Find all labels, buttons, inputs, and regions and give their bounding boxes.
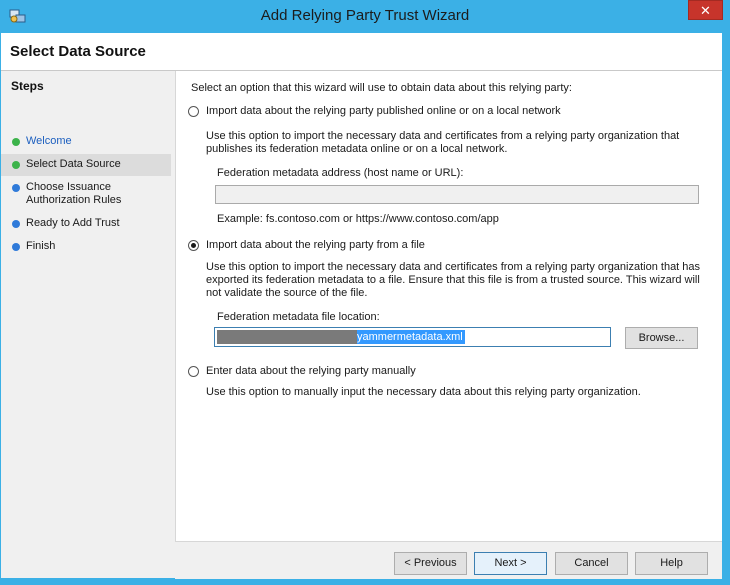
option-file-desc-line3: not validate the source of the file. [206, 287, 368, 299]
intro-text: Select an option that this wizard will u… [191, 82, 572, 94]
title-bar: Add Relying Party Trust Wizard ✕ [0, 0, 730, 33]
option-manual-desc: Use this option to manually input the ne… [206, 386, 641, 398]
option-manual-label[interactable]: Enter data about the relying party manua… [206, 364, 416, 378]
browse-button[interactable]: Browse... [625, 327, 698, 349]
radio-enter-manually[interactable] [188, 366, 199, 377]
option-online-label[interactable]: Import data about the relying party publ… [206, 104, 561, 118]
option-file-desc-line2: exported its federation metadata to a fi… [206, 274, 700, 286]
next-button[interactable]: Next > [474, 552, 547, 575]
window-title: Add Relying Party Trust Wizard [260, 7, 470, 24]
step-select-data-source: Select Data Source [1, 154, 171, 176]
step-choose-issuance: Choose Issuance Authorization Rules [1, 181, 171, 207]
steps-panel: Steps Welcome Select Data Source Choose … [1, 71, 175, 578]
step-ready-to-add: Ready to Add Trust [1, 217, 171, 230]
metadata-address-label: Federation metadata address (host name o… [217, 167, 464, 179]
step-pending-dot-icon [12, 184, 20, 192]
step-current-dot-icon [12, 161, 20, 169]
previous-button[interactable]: < Previous [394, 552, 467, 575]
wizard-window: Add Relying Party Trust Wizard ✕ Select … [0, 0, 730, 585]
page-header: Select Data Source [1, 33, 722, 71]
cancel-button[interactable]: Cancel [555, 552, 628, 575]
radio-import-online[interactable] [188, 106, 199, 117]
step-label: Finish [26, 240, 56, 252]
step-pending-dot-icon [12, 243, 20, 251]
button-bar: < Previous Next > Cancel Help [175, 541, 722, 579]
radio-import-file[interactable] [188, 240, 199, 251]
option-file-label[interactable]: Import data about the relying party from… [206, 238, 425, 252]
file-location-selection: yammermetadata.xml [217, 330, 465, 344]
step-label-line2: Authorization Rules [26, 194, 122, 206]
main-panel: Select an option that this wizard will u… [176, 71, 722, 541]
step-pending-dot-icon [12, 220, 20, 228]
step-complete-dot-icon [12, 138, 20, 146]
option-online-desc-line1: Use this option to import the necessary … [206, 130, 680, 142]
step-finish: Finish [1, 240, 171, 253]
file-location-label: Federation metadata file location: [217, 311, 380, 323]
option-file-desc-line1: Use this option to import the necessary … [206, 261, 701, 273]
redacted-path [217, 330, 357, 344]
step-label: Welcome [26, 135, 72, 147]
metadata-address-input[interactable] [215, 185, 699, 204]
page-title: Select Data Source [10, 43, 146, 60]
option-online-desc-line2: publishes its federation metadata online… [206, 143, 508, 155]
step-label: Select Data Source [26, 158, 121, 170]
metadata-address-example: Example: fs.contoso.com or https://www.c… [217, 213, 499, 225]
step-welcome[interactable]: Welcome [1, 135, 171, 148]
step-label: Ready to Add Trust [26, 217, 120, 229]
help-button[interactable]: Help [635, 552, 708, 575]
wizard-client: Select Data Source Steps Welcome Select … [1, 33, 722, 579]
file-location-input[interactable]: yammermetadata.xml [214, 327, 611, 347]
steps-title: Steps [11, 79, 44, 93]
step-label-line1: Choose Issuance [26, 181, 111, 193]
close-button[interactable]: ✕ [688, 0, 723, 20]
